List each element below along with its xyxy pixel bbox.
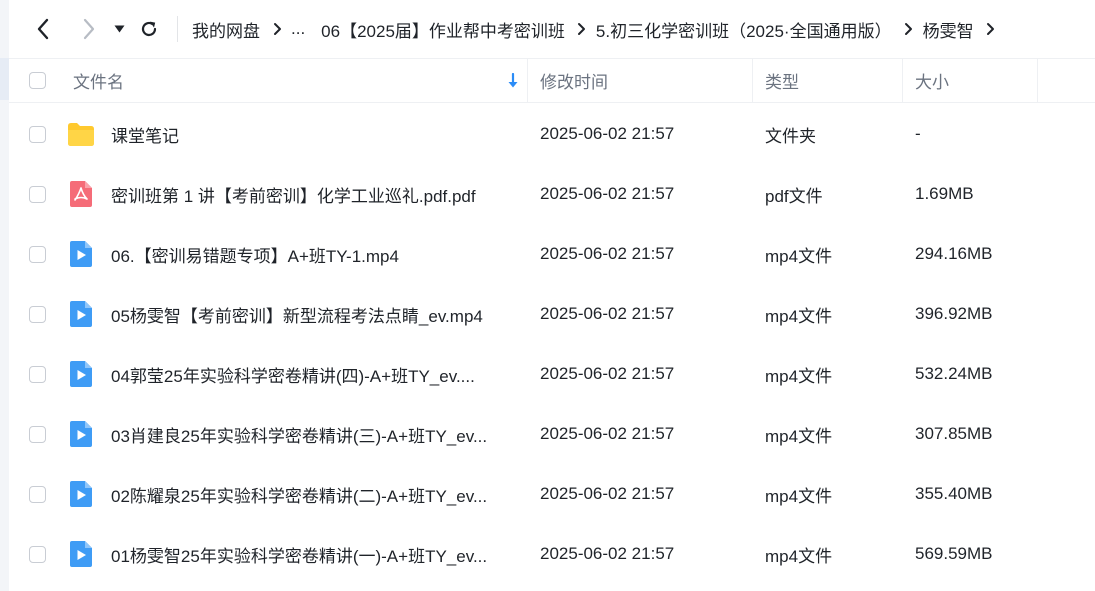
file-modified: 2025-06-02 21:57 (540, 544, 675, 563)
file-row[interactable]: 课堂笔记 2025-06-02 21:57 文件夹 - (9, 104, 1095, 164)
file-type: pdf文件 (765, 186, 823, 206)
file-size: 532.24MB (915, 364, 993, 383)
file-row[interactable]: 02陈耀泉25年实验科学密卷精讲(二)-A+班TY_ev... 2025-06-… (9, 464, 1095, 524)
navigation-bar: 我的网盘 ... 06【2025届】作业帮中考密训班 5.初三化学密训班（202… (9, 0, 1095, 58)
chevron-right-icon (983, 21, 999, 37)
row-checkbox[interactable] (29, 245, 46, 263)
file-type: mp4文件 (765, 546, 833, 566)
row-checkbox[interactable] (29, 305, 46, 323)
refresh-icon (141, 21, 157, 37)
select-all-checkbox[interactable] (29, 72, 46, 89)
breadcrumb-item-root[interactable]: 我的网盘 (192, 17, 260, 42)
column-label-size: 大小 (915, 73, 949, 92)
file-modified: 2025-06-02 21:57 (540, 484, 675, 503)
file-modified: 2025-06-02 21:57 (540, 244, 675, 263)
folder-icon (65, 104, 97, 164)
row-checkbox[interactable] (29, 545, 46, 563)
file-row[interactable]: 01杨雯智25年实验科学密卷精讲(一)-A+班TY_ev... 2025-06-… (9, 524, 1095, 584)
file-size: 294.16MB (915, 244, 993, 263)
column-label-modified: 修改时间 (540, 73, 608, 92)
chevron-right-icon (269, 21, 285, 37)
pdf-icon (65, 164, 97, 224)
file-name: 04郭莹25年实验科学密卷精讲(四)-A+班TY_ev.... (111, 366, 475, 386)
row-checkbox[interactable] (29, 485, 46, 503)
caret-down-icon (114, 25, 124, 33)
refresh-button[interactable] (137, 17, 161, 41)
file-modified: 2025-06-02 21:57 (540, 304, 675, 323)
sort-arrow-down-icon (508, 72, 518, 87)
breadcrumb: 我的网盘 ... 06【2025届】作业帮中考密训班 5.初三化学密训班（202… (192, 17, 1005, 42)
breadcrumb-gap (311, 21, 319, 37)
row-checkbox[interactable] (29, 365, 46, 383)
video-icon (65, 404, 97, 464)
video-icon (65, 224, 97, 284)
row-checkbox[interactable] (29, 185, 46, 203)
forward-button[interactable] (77, 17, 101, 41)
file-size: - (915, 124, 921, 143)
file-list-header: 文件名 修改时间 类型 大小 (9, 58, 1095, 103)
chevron-right-icon (574, 21, 590, 37)
file-row[interactable]: 05杨雯智【考前密训】新型流程考法点睛_ev.mp4 2025-06-02 21… (9, 284, 1095, 344)
file-type: mp4文件 (765, 366, 833, 386)
column-label-name: 文件名 (73, 73, 124, 92)
file-name: 03肖建良25年实验科学密卷精讲(三)-A+班TY_ev... (111, 426, 488, 446)
file-type: mp4文件 (765, 486, 833, 506)
sidebar-edge-highlight (0, 58, 9, 100)
video-icon (65, 284, 97, 344)
chevron-right-icon (83, 18, 95, 40)
history-dropdown-button[interactable] (111, 17, 127, 41)
file-name: 课堂笔记 (111, 126, 179, 146)
column-header-modified[interactable]: 修改时间 (528, 59, 753, 102)
file-row[interactable]: 06.【密训易错题专项】A+班TY-1.mp4 2025-06-02 21:57… (9, 224, 1095, 284)
file-name: 密训班第 1 讲【考前密训】化学工业巡礼.pdf.pdf (111, 186, 476, 206)
video-icon (65, 464, 97, 524)
file-size: 396.92MB (915, 304, 993, 323)
breadcrumb-item-current[interactable]: 杨雯智 (923, 17, 974, 42)
column-header-size[interactable]: 大小 (903, 59, 1038, 102)
nav-divider (177, 16, 178, 42)
breadcrumb-item-ellipsis[interactable]: ... (291, 19, 305, 39)
file-type: mp4文件 (765, 246, 833, 266)
file-size: 355.40MB (915, 484, 993, 503)
column-header-type[interactable]: 类型 (753, 59, 903, 102)
file-size: 1.69MB (915, 184, 974, 203)
file-size: 307.85MB (915, 424, 993, 443)
file-name: 02陈耀泉25年实验科学密卷精讲(二)-A+班TY_ev... (111, 486, 488, 506)
file-type: 文件夹 (765, 126, 816, 146)
select-all-cell (29, 59, 46, 102)
back-button[interactable] (31, 17, 55, 41)
chevron-right-icon (901, 21, 917, 37)
file-browser-window: 我的网盘 ... 06【2025届】作业帮中考密训班 5.初三化学密训班（202… (0, 0, 1095, 591)
file-row[interactable]: 密训班第 1 讲【考前密训】化学工业巡礼.pdf.pdf 2025-06-02 … (9, 164, 1095, 224)
column-label-type: 类型 (765, 73, 799, 92)
file-modified: 2025-06-02 21:57 (540, 184, 675, 203)
row-checkbox[interactable] (29, 425, 46, 443)
column-header-name[interactable]: 文件名 (73, 59, 528, 102)
file-size: 569.59MB (915, 544, 993, 563)
video-icon (65, 344, 97, 404)
file-modified: 2025-06-02 21:57 (540, 364, 675, 383)
file-name: 06.【密训易错题专项】A+班TY-1.mp4 (111, 246, 399, 266)
file-name: 01杨雯智25年实验科学密卷精讲(一)-A+班TY_ev... (111, 546, 488, 566)
file-type: mp4文件 (765, 426, 833, 446)
file-row[interactable]: 03肖建良25年实验科学密卷精讲(三)-A+班TY_ev... 2025-06-… (9, 404, 1095, 464)
left-sidebar-edge (0, 0, 9, 591)
file-row[interactable]: 04郭莹25年实验科学密卷精讲(四)-A+班TY_ev.... 2025-06-… (9, 344, 1095, 404)
file-name: 05杨雯智【考前密训】新型流程考法点睛_ev.mp4 (111, 306, 483, 326)
file-modified: 2025-06-02 21:57 (540, 424, 675, 443)
video-icon (65, 524, 97, 584)
chevron-left-icon (37, 18, 49, 40)
file-modified: 2025-06-02 21:57 (540, 124, 675, 143)
breadcrumb-item-course[interactable]: 06【2025届】作业帮中考密训班 (321, 17, 565, 42)
breadcrumb-item-subject[interactable]: 5.初三化学密训班（2025·全国通用版） (596, 17, 892, 42)
file-type: mp4文件 (765, 306, 833, 326)
row-checkbox[interactable] (29, 125, 46, 143)
